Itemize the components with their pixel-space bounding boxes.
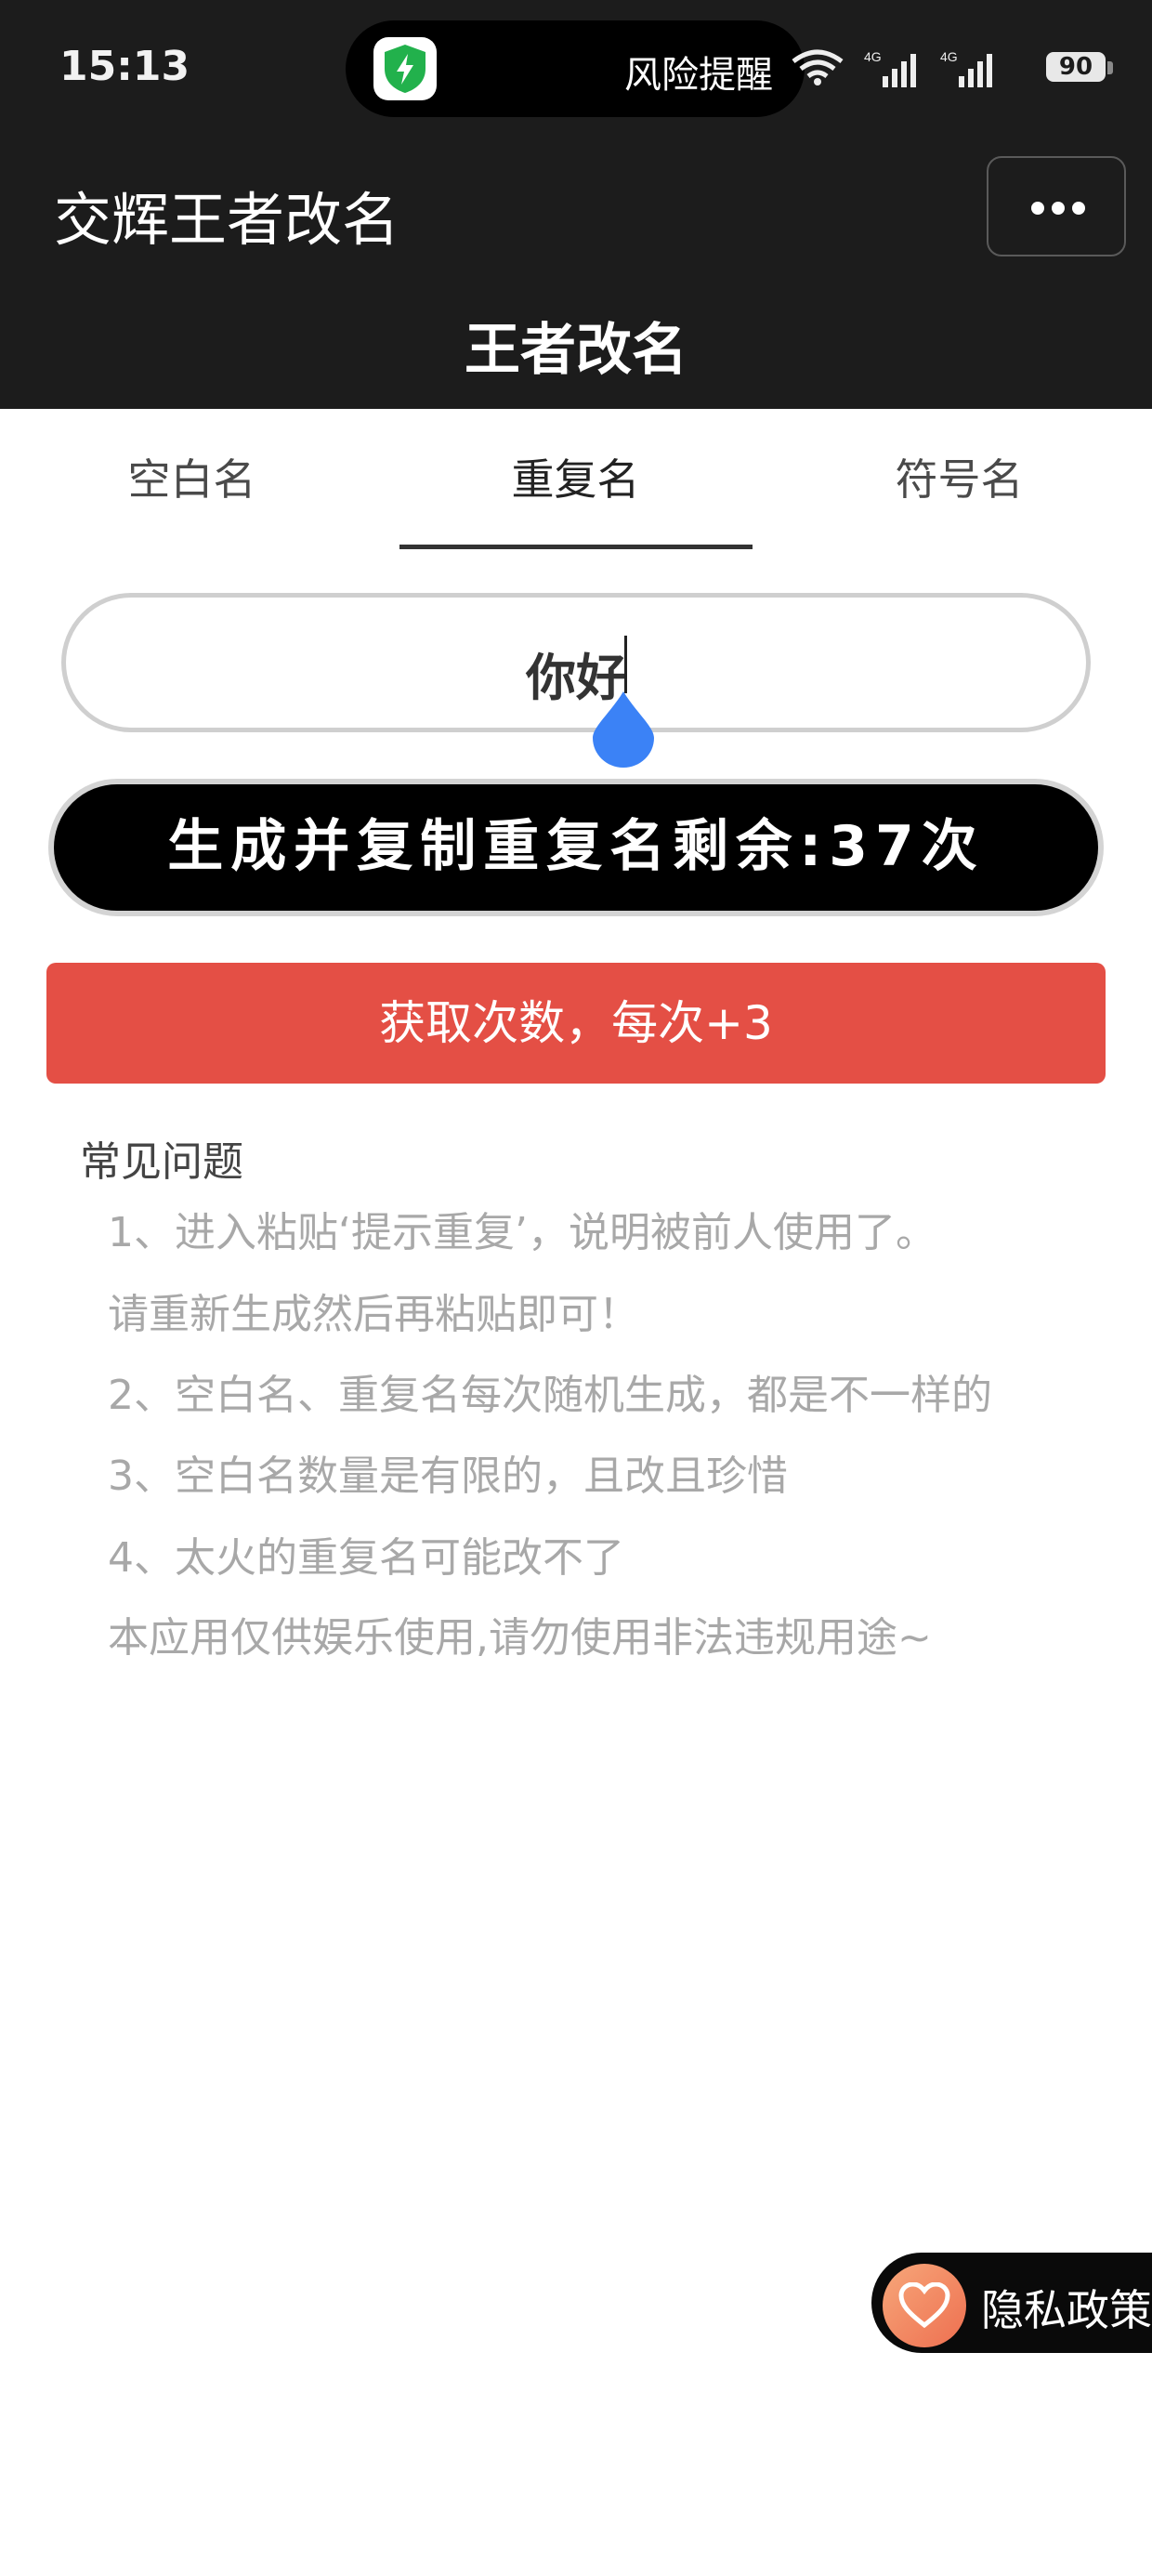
get-count-button[interactable]: 获取次数，每次+3: [46, 963, 1106, 1084]
generate-copy-button[interactable]: 生成并复制重复名剩余:37次: [48, 779, 1104, 916]
status-icons: 4G 4G 90: [725, 46, 1115, 87]
faq-item: 2、空白名、重复名每次随机生成，都是不一样的: [108, 1372, 992, 1419]
signal-icon: 4G: [864, 49, 916, 87]
caret-handle-icon[interactable]: [589, 690, 658, 769]
name-input[interactable]: 你好: [61, 593, 1091, 732]
more-dot: [1072, 202, 1085, 215]
network-label: 4G: [864, 49, 882, 64]
more-dot: [1052, 202, 1065, 215]
faq-item: 3、空白名数量是有限的，且改且珍惜: [108, 1452, 788, 1500]
battery-icon: 90: [1046, 52, 1106, 82]
network-label: 4G: [940, 49, 958, 64]
name-input-value: 你好: [526, 649, 626, 707]
tab-blank-name[interactable]: 空白名: [0, 446, 384, 507]
privacy-policy-button[interactable]: 隐私政策: [871, 2253, 1152, 2353]
more-options-button[interactable]: [987, 156, 1126, 256]
shield-bolt-icon: [373, 37, 437, 100]
heart-icon: [883, 2264, 966, 2347]
faq-item: 本应用仅供娱乐使用,请勿使用非法违规用途~: [108, 1614, 932, 1662]
app-title: 交辉王者改名: [54, 186, 400, 254]
tab-bar: 空白名 重复名 符号名: [0, 409, 1152, 558]
battery-tip: [1107, 61, 1113, 74]
more-horizontal-icon: [1031, 202, 1044, 215]
faq-item: 1、进入粘贴‘提示重复’，说明被前人使用了。: [108, 1209, 936, 1256]
privacy-policy-label: 隐私政策: [981, 2285, 1152, 2335]
status-bar: 15:13 风险提醒 4G 4G 90: [0, 0, 1152, 139]
active-tab-indicator: [399, 545, 753, 549]
tab-symbol-name[interactable]: 符号名: [767, 446, 1151, 507]
faq-title: 常见问题: [80, 1138, 243, 1186]
signal-icon: 4G: [940, 49, 992, 87]
text-caret: [624, 636, 627, 693]
faq-item: 4、太火的重复名可能改不了: [108, 1534, 624, 1582]
wifi-icon: [792, 49, 844, 85]
app-header: 交辉王者改名 王者改名: [0, 139, 1152, 409]
faq-item: 请重新生成然后再粘贴即可！: [108, 1291, 639, 1338]
page-title: 王者改名: [465, 318, 687, 383]
tab-duplicate-name[interactable]: 重复名: [384, 446, 767, 507]
status-time: 15:13: [59, 43, 190, 90]
